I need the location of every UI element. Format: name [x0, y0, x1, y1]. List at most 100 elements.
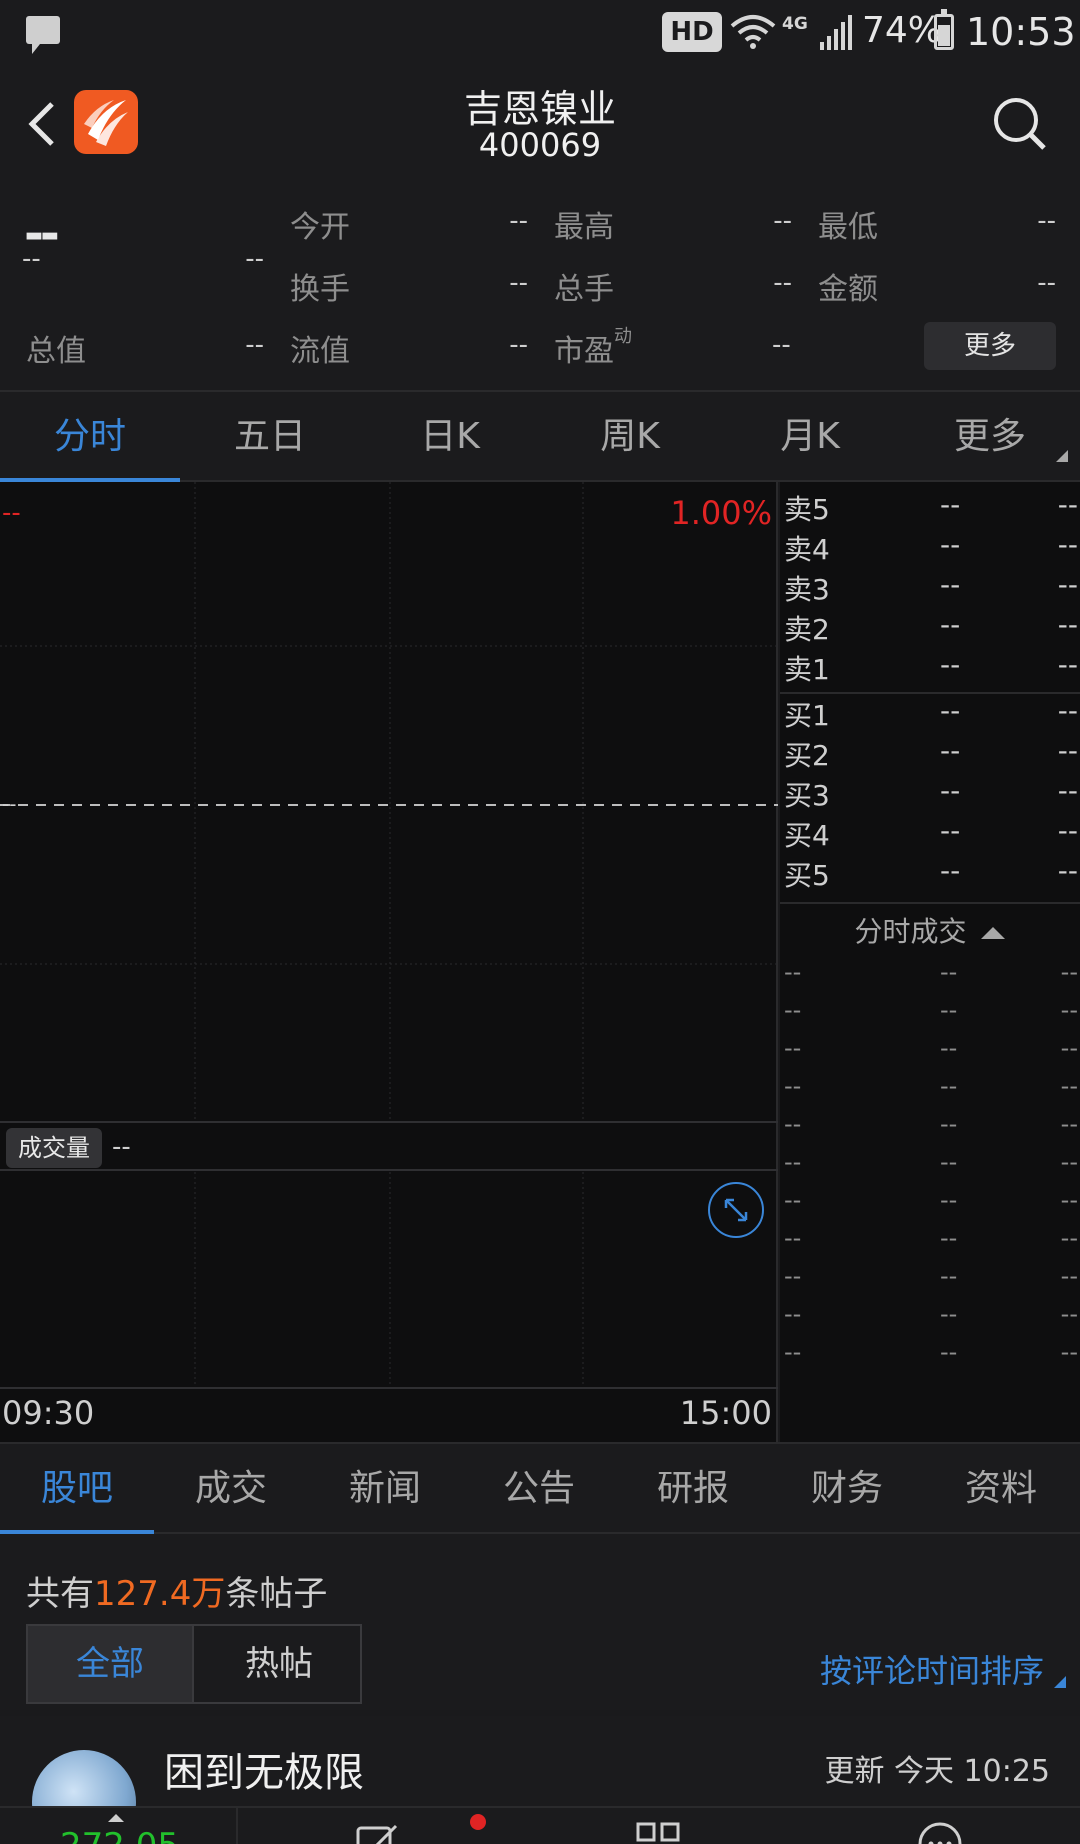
network-type: 4G	[782, 14, 808, 34]
label-high: 最高	[554, 210, 614, 245]
book-label: 买2	[784, 739, 830, 772]
sort-dropdown-icon	[1054, 1676, 1066, 1688]
tick-volume: --	[1060, 1262, 1078, 1290]
tick-price: --	[940, 1186, 958, 1214]
label-float-cap: 流值	[290, 334, 350, 369]
grid-icon[interactable]	[634, 1820, 682, 1844]
tab-financials[interactable]: 财务	[770, 1444, 924, 1534]
tick-trade-row: -- -- --	[780, 1224, 1080, 1260]
buy-1-row: 买1 -- --	[780, 694, 1080, 734]
filter-hot-button[interactable]: 热帖	[196, 1626, 362, 1702]
search-icon[interactable]	[990, 94, 1050, 154]
post-count-suffix: 条帖子	[225, 1574, 328, 1614]
tick-trade-row: -- -- --	[780, 1300, 1080, 1336]
tick-time: --	[784, 996, 802, 1024]
label-low: 最低	[818, 210, 878, 245]
caret-up-icon[interactable]	[108, 1814, 124, 1822]
book-volume: --	[1057, 608, 1078, 641]
tab-forum[interactable]: 股吧	[0, 1444, 154, 1534]
tick-volume: --	[1060, 1338, 1078, 1366]
book-volume: --	[1057, 814, 1078, 847]
label-total-volume: 总手	[554, 272, 614, 307]
quote-panel: -- -- -- 今开 -- 最高 -- 最低 -- 换手 -- 总手 -- 金…	[0, 176, 1080, 392]
price-change-pct: --	[245, 244, 264, 274]
tick-time: --	[784, 1300, 802, 1328]
filter-all-button[interactable]: 全部	[28, 1626, 194, 1702]
post-username[interactable]: 困到无极限	[164, 1740, 364, 1798]
tick-volume: --	[1060, 1072, 1078, 1100]
tab-intraday[interactable]: 分时	[0, 392, 180, 482]
tick-trade-row: -- -- --	[780, 958, 1080, 994]
tick-time: --	[784, 1034, 802, 1062]
buy-2-row: 买2 -- --	[780, 734, 1080, 774]
tab-weekly-k[interactable]: 周K	[540, 392, 720, 482]
volume-label[interactable]: 成交量	[6, 1128, 102, 1168]
chart-prev-close: --	[2, 792, 17, 816]
chart-grid	[0, 482, 778, 1389]
compose-icon[interactable]	[354, 1820, 402, 1844]
book-price: --	[940, 488, 961, 521]
label-pe-text: 市盈	[554, 334, 614, 369]
tick-price: --	[940, 1338, 958, 1366]
dropdown-triangle-icon	[1056, 450, 1068, 462]
tick-time: --	[784, 1110, 802, 1138]
book-price: --	[940, 648, 961, 681]
tick-price: --	[940, 1300, 958, 1328]
pe-superscript: 动	[614, 326, 632, 347]
tick-time: --	[784, 1072, 802, 1100]
value-market-cap: --	[245, 330, 264, 360]
value-float-cap: --	[509, 330, 528, 360]
price-change: --	[22, 244, 41, 274]
book-price: --	[940, 568, 961, 601]
book-price: --	[940, 528, 961, 561]
book-label: 卖4	[784, 533, 830, 566]
tab-news[interactable]: 新闻	[308, 1444, 462, 1534]
tab-five-day[interactable]: 五日	[180, 392, 360, 482]
sort-button[interactable]: 按评论时间排序	[820, 1646, 1044, 1692]
buy-5-row: 买5 -- --	[780, 854, 1080, 894]
buy-4-row: 买4 -- --	[780, 814, 1080, 854]
intraday-chart[interactable]: -- 1.00% -- 成交量 -- 09:30 15:00	[0, 482, 778, 1442]
tab-research[interactable]: 研报	[616, 1444, 770, 1534]
tab-announcements[interactable]: 公告	[462, 1444, 616, 1534]
book-volume: --	[1057, 568, 1078, 601]
avatar[interactable]	[32, 1750, 136, 1806]
tab-more[interactable]: 更多	[900, 392, 1080, 482]
label-amount: 金额	[818, 272, 878, 307]
book-price: --	[940, 734, 961, 767]
book-divider	[780, 902, 1080, 904]
value-high: --	[773, 206, 792, 236]
tick-volume: --	[1060, 1300, 1078, 1328]
value-turnover: --	[509, 268, 528, 298]
book-label: 卖3	[784, 573, 830, 606]
tick-time: --	[784, 1338, 802, 1366]
book-price: --	[940, 854, 961, 887]
tick-volume: --	[1060, 1224, 1078, 1252]
book-volume: --	[1057, 528, 1078, 561]
list-item[interactable]: 困到无极限 更新 今天 10:25	[0, 1716, 1080, 1806]
book-volume: --	[1057, 774, 1078, 807]
tick-trade-row: -- -- --	[780, 996, 1080, 1032]
tab-trades[interactable]: 成交	[154, 1444, 308, 1534]
battery-icon	[934, 9, 954, 50]
sell-1-row: 卖1 -- --	[780, 648, 1080, 688]
more-options-icon[interactable]	[916, 1820, 964, 1844]
tab-profile[interactable]: 资料	[924, 1444, 1078, 1534]
book-label: 买5	[784, 859, 830, 892]
label-turnover: 换手	[290, 272, 350, 307]
book-volume: --	[1057, 694, 1078, 727]
collapse-triangle-icon	[981, 927, 1006, 939]
book-label: 买4	[784, 819, 830, 852]
book-volume: --	[1057, 734, 1078, 767]
tick-volume: --	[1060, 1186, 1078, 1214]
tick-time: --	[784, 1148, 802, 1176]
buy-3-row: 买3 -- --	[780, 774, 1080, 814]
tick-trades-toggle[interactable]: 分时成交	[780, 910, 1080, 950]
tab-daily-k[interactable]: 日K	[360, 392, 540, 482]
tab-monthly-k[interactable]: 月K	[720, 392, 900, 482]
fullscreen-button[interactable]	[708, 1182, 764, 1238]
tick-time: --	[784, 1186, 802, 1214]
bottom-price[interactable]: 272.05	[60, 1826, 179, 1844]
quote-more-button[interactable]: 更多	[924, 322, 1056, 370]
book-volume: --	[1057, 648, 1078, 681]
